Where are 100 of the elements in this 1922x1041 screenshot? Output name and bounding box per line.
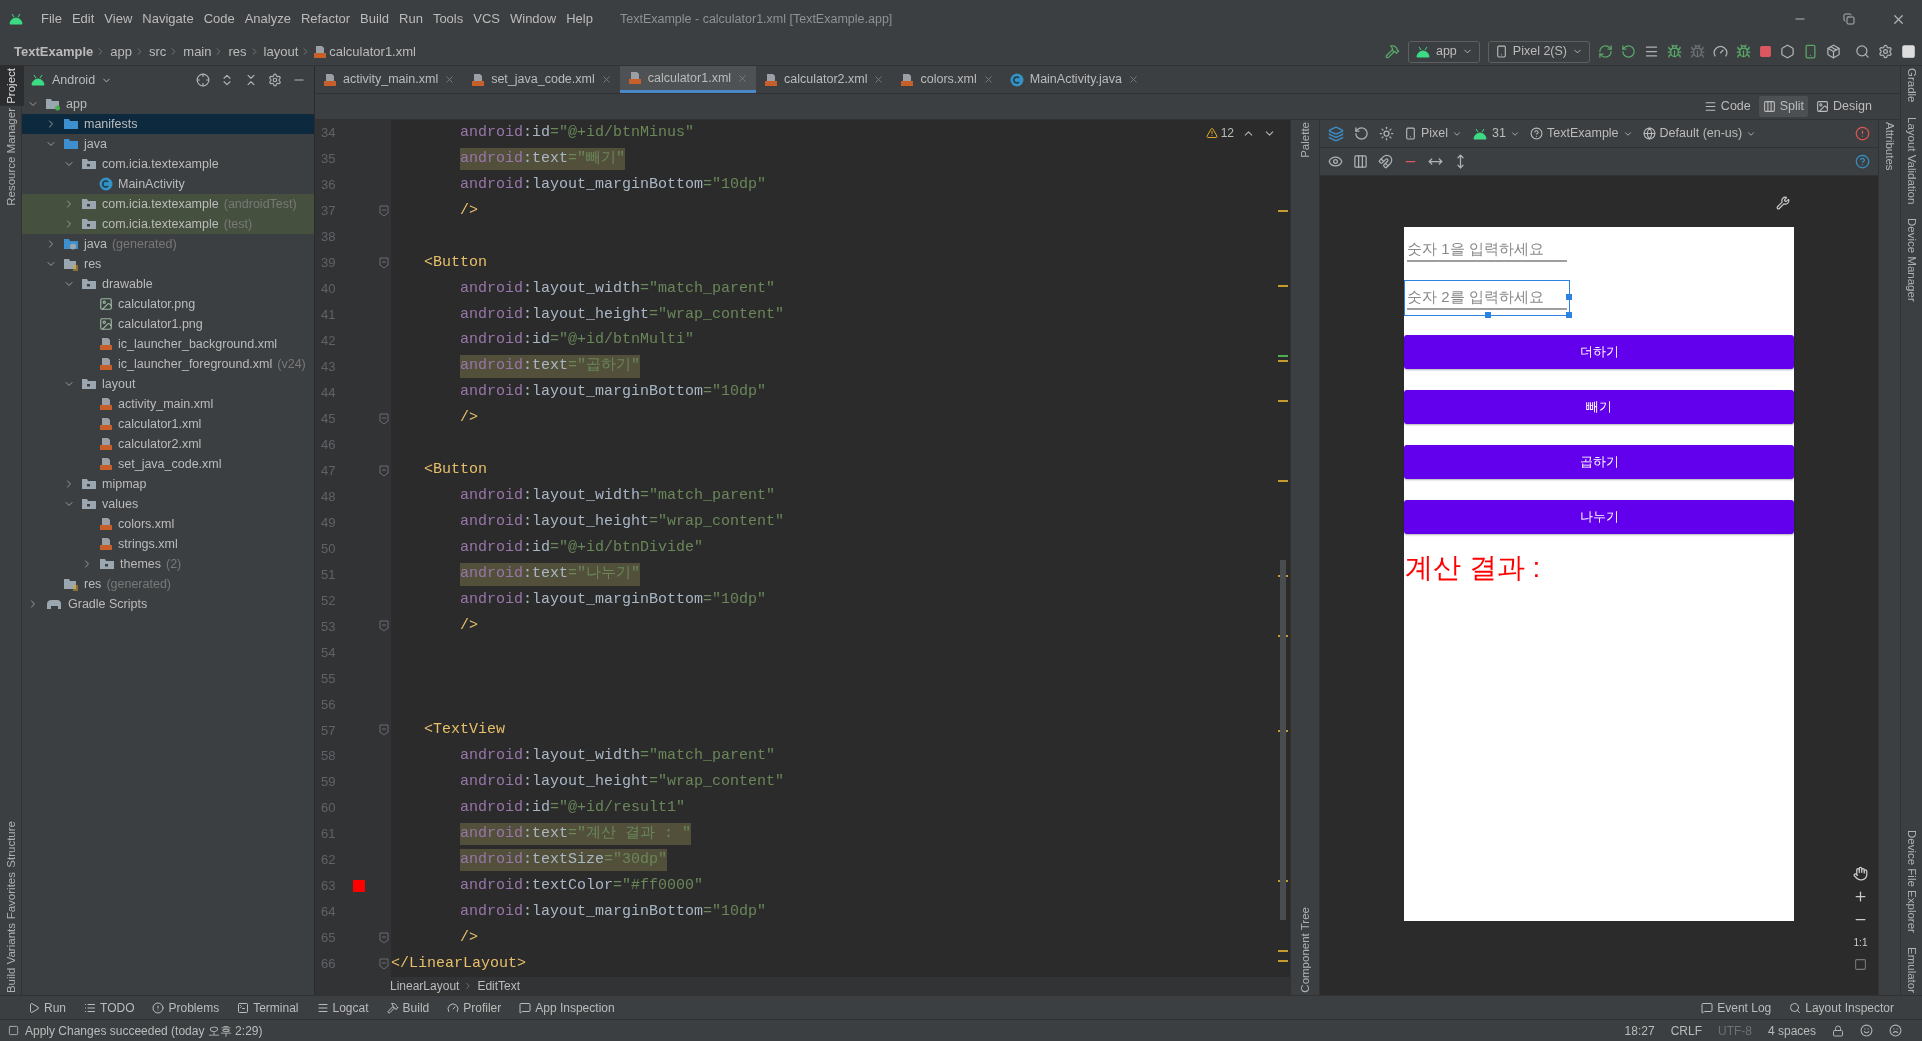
view-mode-toggle[interactable]: Split	[1758, 96, 1809, 117]
breadcrumb[interactable]: layout	[263, 41, 299, 62]
tree-item[interactable]: ic_launcher_background.xml	[22, 334, 314, 354]
editor-tab[interactable]: colors.xml	[892, 66, 1002, 93]
magnet-icon[interactable]	[1378, 154, 1393, 169]
fold-icon[interactable]	[379, 204, 389, 217]
editor-tab[interactable]: MainActivity.java	[1001, 66, 1147, 93]
fold-icon[interactable]	[379, 724, 389, 737]
breadcrumb[interactable]: LinearLayout	[390, 977, 460, 995]
tool-window-tab[interactable]: Palette	[1292, 120, 1318, 160]
tool-window-button[interactable]: Problems	[152, 998, 220, 1017]
tool-window-tab[interactable]: Build Variants	[0, 920, 24, 995]
design-dropdown[interactable]: Default (en-us)	[1642, 124, 1757, 143]
menu-item[interactable]: Run	[394, 9, 428, 29]
tool-window-tab[interactable]: Device File Explorer	[1898, 828, 1922, 935]
frown-icon[interactable]	[1889, 1024, 1902, 1037]
tree-item[interactable]: res (generated)	[22, 574, 314, 594]
preview-button[interactable]: 곱하기	[1404, 445, 1794, 479]
tool-window-button[interactable]: Event Log	[1701, 998, 1772, 1017]
bug-icon[interactable]	[1690, 44, 1705, 59]
menu-item[interactable]: Tools	[427, 9, 469, 29]
tree-item[interactable]: mipmap	[22, 474, 314, 494]
tree-item[interactable]: strings.xml	[22, 534, 314, 554]
columns-icon[interactable]	[1353, 154, 1368, 169]
fold-icon[interactable]	[379, 464, 389, 477]
text-field[interactable]: 숫자 2를 입력하세요	[1404, 280, 1570, 316]
phone-icon[interactable]	[1803, 44, 1818, 59]
menu-item[interactable]: Build	[355, 9, 394, 29]
preview-button[interactable]: 더하기	[1404, 335, 1794, 369]
breadcrumb[interactable]: TextExample	[14, 41, 94, 62]
text-field[interactable]: 숫자 1을 입력하세요	[1404, 232, 1570, 268]
editor-tab[interactable]: set_java_code.xml	[463, 66, 620, 93]
tool-window-button[interactable]: Layout Inspector	[1789, 998, 1894, 1017]
preview-button[interactable]: 빼기	[1404, 390, 1794, 424]
tree-item[interactable]: MainActivity	[22, 174, 314, 194]
breadcrumb[interactable]: app	[110, 41, 132, 62]
design-dropdown[interactable]: 31	[1472, 124, 1520, 143]
tree-item[interactable]: java (generated)	[22, 234, 314, 254]
tree-item[interactable]: java	[22, 134, 314, 154]
tree-item[interactable]: set_java_code.xml	[22, 454, 314, 474]
settings-icon[interactable]	[1878, 44, 1893, 59]
close-icon[interactable]	[982, 74, 994, 85]
tool-window-button[interactable]: Terminal	[237, 998, 299, 1017]
rotate-icon[interactable]	[1354, 126, 1369, 141]
tree-item[interactable]: layout	[22, 374, 314, 394]
tree-item[interactable]: Gradle Scripts	[22, 594, 314, 614]
menu-item[interactable]: Navigate	[137, 9, 199, 29]
tool-window-tab[interactable]: Device Manager	[1898, 215, 1922, 304]
settings-icon[interactable]	[268, 73, 282, 87]
package-icon[interactable]	[1826, 44, 1841, 59]
stop-icon[interactable]	[1759, 45, 1772, 58]
refresh-icon[interactable]	[1598, 44, 1613, 59]
hand-icon[interactable]	[1853, 866, 1868, 881]
gauge-icon[interactable]	[1713, 44, 1728, 59]
fold-icon[interactable]	[379, 620, 389, 633]
bug-icon[interactable]	[1667, 44, 1682, 59]
theme-mode-icon[interactable]	[1379, 126, 1394, 141]
design-dropdown[interactable]: TextExample	[1530, 124, 1633, 143]
hammer-icon[interactable]	[1384, 44, 1400, 59]
breadcrumb[interactable]: main	[183, 41, 212, 62]
fold-icon[interactable]	[379, 412, 389, 425]
tree-item[interactable]: calculator1.png	[22, 314, 314, 334]
tree-item[interactable]: themes (2)	[22, 554, 314, 574]
restore-icon[interactable]	[1843, 13, 1855, 25]
tree-item[interactable]: manifests	[22, 114, 314, 134]
breadcrumb[interactable]: src	[148, 41, 167, 62]
menu-item[interactable]: Help	[561, 9, 598, 29]
menu-item[interactable]: View	[99, 9, 138, 29]
fit-screen-icon[interactable]	[1854, 958, 1867, 971]
tool-window-button[interactable]: Build	[386, 998, 430, 1017]
editor-tab[interactable]: calculator2.xml	[756, 66, 893, 93]
tree-item[interactable]: activity_main.xml	[22, 394, 314, 414]
close-icon[interactable]	[444, 74, 456, 85]
menu-item[interactable]: Analyze	[239, 9, 296, 29]
tool-window-button[interactable]: App Inspection	[519, 998, 615, 1017]
device-dropdown[interactable]: Pixel 2(S)	[1487, 40, 1590, 63]
status-item[interactable]: 18:27	[1624, 1021, 1655, 1040]
editor-tab[interactable]: activity_main.xml	[315, 66, 464, 93]
run-config-dropdown[interactable]: app	[1407, 40, 1480, 63]
search-icon[interactable]	[1855, 44, 1870, 59]
close-icon[interactable]	[600, 74, 612, 85]
tree-item[interactable]: drawable	[22, 274, 314, 294]
breadcrumb[interactable]: res	[228, 41, 247, 62]
status-item[interactable]: 4 spaces	[1767, 1021, 1816, 1040]
square-icon[interactable]	[1901, 44, 1916, 59]
breadcrumb[interactable]: calculator1.xml	[329, 41, 416, 62]
tool-window-button[interactable]: Run	[28, 998, 66, 1017]
tree-item[interactable]: com.icia.textexample (androidTest)	[22, 194, 314, 214]
collapse-all-icon[interactable]	[244, 73, 258, 87]
tree-item[interactable]: calculator1.xml	[22, 414, 314, 434]
status-item[interactable]: CRLF	[1670, 1021, 1702, 1040]
tree-item[interactable]: res	[22, 254, 314, 274]
fold-icon[interactable]	[379, 932, 389, 944]
tool-window-tab[interactable]: Project	[0, 66, 24, 106]
menu-item[interactable]: Code	[198, 9, 240, 29]
locate-icon[interactable]	[196, 73, 210, 87]
tree-item[interactable]: calculator.png	[22, 294, 314, 314]
wrench-icon[interactable]	[1776, 196, 1790, 210]
tree-item[interactable]: ic_launcher_foreground.xml (v24)	[22, 354, 314, 374]
fold-icon[interactable]	[379, 958, 389, 970]
